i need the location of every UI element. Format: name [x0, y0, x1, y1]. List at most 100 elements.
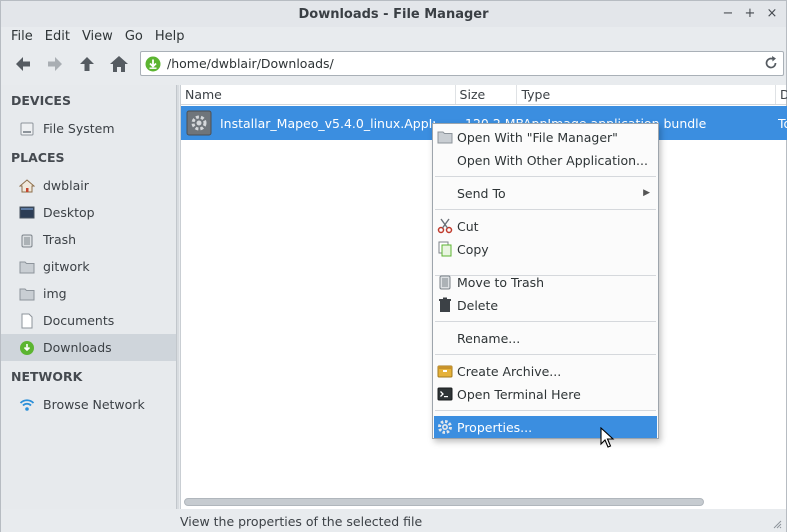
status-text: View the properties of the selected file: [180, 513, 423, 529]
sidebar-item-label: File System: [43, 121, 115, 136]
drive-icon: [19, 121, 35, 137]
minimize-button[interactable]: −: [720, 5, 736, 21]
menu-item-send-to[interactable]: Send To ▶: [434, 182, 657, 204]
gear-icon: [438, 420, 452, 434]
menu-item-open-with-other[interactable]: Open With Other Application...: [434, 149, 657, 171]
menu-help[interactable]: Help: [149, 29, 191, 44]
home-icon: [110, 56, 128, 72]
menu-separator: [435, 354, 656, 355]
sidebar-item-browse-network[interactable]: Browse Network: [1, 391, 176, 418]
pane-divider[interactable]: [176, 85, 179, 509]
address-input[interactable]: [167, 56, 747, 71]
trash-icon: [19, 232, 35, 248]
sidebar-item-gitwork[interactable]: gitwork: [1, 253, 176, 280]
menu-item-label: Move to Trash: [457, 274, 545, 290]
menu-separator: [435, 176, 656, 177]
copy-icon: [438, 241, 452, 257]
menu-item-label: Open Terminal Here: [457, 386, 581, 402]
menu-item-delete[interactable]: Delete: [434, 294, 657, 316]
trash-icon: [439, 275, 451, 290]
home-icon: [19, 178, 35, 194]
sidebar-item-label: Desktop: [43, 205, 95, 220]
resize-grip-icon[interactable]: [772, 519, 782, 529]
folder-icon: [19, 259, 35, 275]
menu-item-create-archive[interactable]: Create Archive...: [434, 360, 657, 382]
sidebar-item-label: Browse Network: [43, 397, 145, 412]
sidebar: DEVICES File System PLACES dwblair Deskt…: [1, 85, 176, 509]
column-headers: Name Size Type D: [181, 85, 787, 105]
sidebar-item-dwblair[interactable]: dwblair: [1, 172, 176, 199]
menu-item-label: Cut: [457, 218, 479, 234]
up-button[interactable]: [71, 50, 103, 78]
menu-item-label: Open With "File Manager": [457, 129, 618, 145]
wifi-icon: [19, 397, 35, 413]
context-menu: Open With "File Manager" Open With Other…: [432, 123, 659, 439]
menu-item-open-with-file-manager[interactable]: Open With "File Manager": [434, 126, 657, 148]
title-bar: Downloads - File Manager − + ×: [1, 1, 786, 27]
menu-item-label: Create Archive...: [457, 363, 562, 379]
menu-view[interactable]: View: [76, 29, 119, 44]
sidebar-item-label: Documents: [43, 313, 115, 328]
places-header: PLACES: [11, 149, 65, 165]
scissors-icon: [437, 218, 453, 234]
sidebar-item-label: Downloads: [43, 340, 112, 355]
file-manager-window: Downloads - File Manager − + × File Edit…: [0, 0, 787, 532]
forward-button[interactable]: [39, 50, 71, 78]
menu-item-label: Open With Other Application...: [457, 152, 648, 168]
executable-icon: [186, 110, 212, 136]
menu-separator: [435, 209, 656, 210]
menu-item-open-terminal[interactable]: Open Terminal Here: [434, 383, 657, 405]
sidebar-item-label: gitwork: [43, 259, 90, 274]
menu-file[interactable]: File: [5, 29, 39, 44]
sidebar-item-documents[interactable]: Documents: [1, 307, 176, 334]
column-header-name[interactable]: Name: [181, 85, 456, 104]
menu-item-label: Properties...: [457, 419, 533, 435]
column-header-size[interactable]: Size: [456, 85, 518, 104]
sidebar-item-file-system[interactable]: File System: [1, 115, 176, 142]
menu-edit[interactable]: Edit: [39, 29, 76, 44]
status-bar: View the properties of the selected file: [1, 510, 786, 532]
submenu-arrow-icon: ▶: [643, 188, 650, 198]
address-bar[interactable]: [140, 51, 784, 76]
maximize-button[interactable]: +: [742, 5, 758, 21]
window-title: Downloads - File Manager: [298, 6, 489, 22]
menu-bar: File Edit View Go Help: [1, 25, 786, 47]
menu-item-rename[interactable]: Rename...: [434, 327, 657, 349]
menu-item-label: Copy: [457, 241, 489, 257]
delete-icon: [439, 297, 451, 312]
menu-item-label: Delete: [457, 297, 499, 313]
sidebar-item-downloads[interactable]: Downloads: [1, 334, 176, 361]
menu-separator: [435, 410, 656, 411]
sidebar-item-label: img: [43, 286, 67, 301]
mouse-pointer-icon: [600, 427, 615, 448]
file-date: To: [778, 115, 787, 131]
arrow-left-icon: [16, 57, 30, 71]
sidebar-item-img[interactable]: img: [1, 280, 176, 307]
menu-item-copy[interactable]: Copy: [434, 238, 657, 260]
sidebar-item-desktop[interactable]: Desktop: [1, 199, 176, 226]
column-header-type[interactable]: Type: [517, 85, 776, 104]
close-button[interactable]: ×: [764, 5, 780, 21]
column-header-date[interactable]: D: [776, 85, 787, 104]
folder-icon: [437, 131, 453, 144]
archive-icon: [437, 365, 453, 378]
devices-header: DEVICES: [11, 92, 71, 108]
window-controls: − + ×: [720, 5, 780, 21]
reload-icon[interactable]: [763, 55, 779, 71]
home-button[interactable]: [103, 50, 135, 78]
arrow-right-icon: [48, 57, 62, 71]
menu-item-label: Rename...: [457, 330, 521, 346]
menu-separator: [435, 321, 656, 322]
menu-item-cut[interactable]: Cut: [434, 215, 657, 237]
menu-item-label: Send To: [457, 185, 506, 201]
file-name: Installar_Mapeo_v5.4.0_linux.AppImage: [220, 115, 435, 131]
sidebar-item-trash[interactable]: Trash: [1, 226, 176, 253]
menu-go[interactable]: Go: [119, 29, 149, 44]
toolbar: [1, 48, 786, 80]
folder-icon: [19, 286, 35, 302]
horizontal-scrollbar[interactable]: [184, 498, 704, 506]
back-button[interactable]: [7, 50, 39, 78]
menu-item-move-to-trash[interactable]: Move to Trash: [434, 271, 657, 293]
downloads-icon: [145, 56, 161, 71]
menu-item-properties[interactable]: Properties...: [434, 416, 657, 438]
